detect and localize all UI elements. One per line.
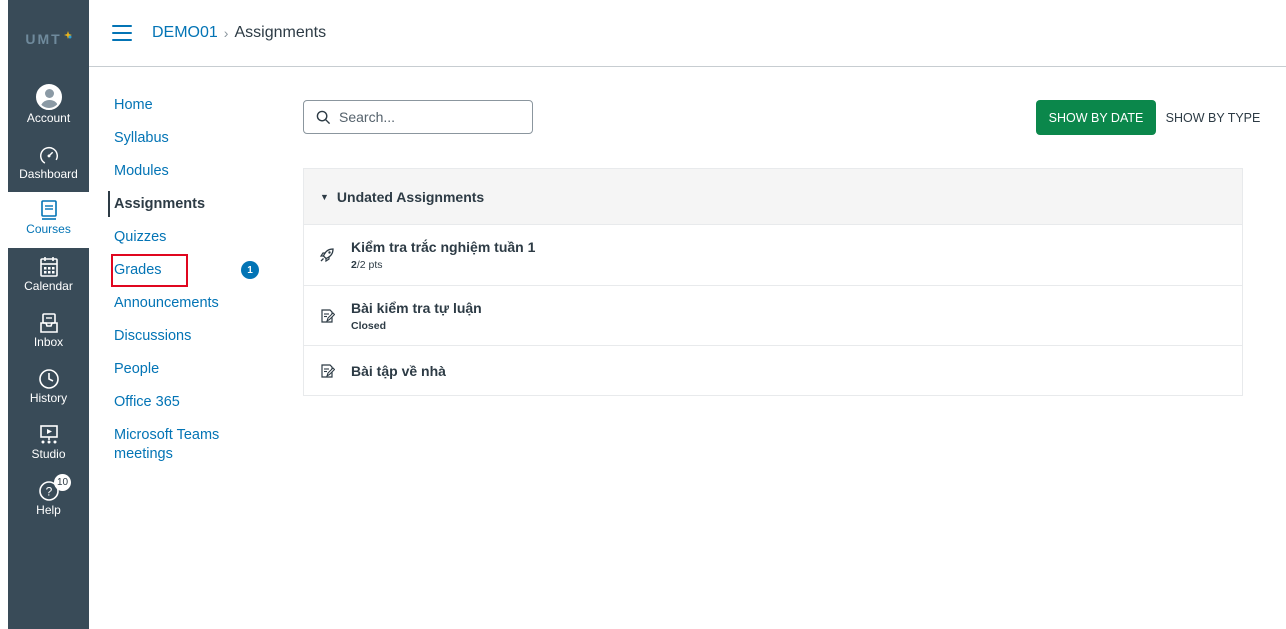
global-nav-calendar[interactable]: Calendar: [8, 248, 89, 304]
global-nav-calendar-label: Calendar: [24, 279, 73, 293]
assignment-icon: [316, 360, 338, 382]
caret-down-icon: ▼: [320, 191, 329, 202]
grades-highlight-box: [111, 254, 188, 287]
course-nav-announcements[interactable]: Announcements: [114, 293, 264, 326]
clock-icon: [38, 369, 59, 389]
assignment-row[interactable]: Kiểm tra trắc nghiệm tuần 1 2/2 pts: [304, 225, 1242, 286]
assignment-info: Bài kiểm tra tự luận Closed: [351, 300, 482, 332]
assignment-title[interactable]: Kiểm tra trắc nghiệm tuần 1: [351, 239, 535, 255]
course-nav-home[interactable]: Home: [114, 95, 264, 128]
calendar-icon: [39, 257, 58, 277]
studio-icon: [39, 425, 58, 444]
course-nav-office-365[interactable]: Office 365: [114, 392, 264, 425]
breadcrumb: DEMO01 › Assignments: [152, 24, 326, 42]
global-nav-history[interactable]: History: [8, 360, 89, 416]
course-nav-microsoft-teams-meetings[interactable]: Microsoft Teams meetings: [114, 425, 234, 467]
dashboard-gauge-icon: [39, 146, 58, 165]
breadcrumb-course-link[interactable]: DEMO01: [152, 24, 218, 42]
assignment-title[interactable]: Bài tập về nhà: [351, 363, 446, 379]
svg-text:?: ?: [45, 485, 52, 499]
assignment-possible-points: /2 pts: [356, 259, 383, 271]
show-by-type-button[interactable]: SHOW BY TYPE: [1160, 100, 1266, 135]
assignment-group-header[interactable]: ▼ Undated Assignments: [304, 169, 1242, 225]
global-nav-account-label: Account: [26, 111, 71, 125]
course-navigation: Home Syllabus Modules Assignments Quizze…: [108, 95, 264, 467]
assignment-info: Bài tập về nhà: [351, 363, 446, 379]
global-navigation: UMT Account Dashboard Courses Calendar I…: [8, 0, 89, 629]
search-input[interactable]: [339, 109, 519, 125]
assignment-icon: [316, 305, 338, 327]
search-box: [303, 100, 533, 134]
assignment-group: ▼ Undated Assignments Kiểm tra trắc nghi…: [303, 168, 1243, 396]
global-nav-history-label: History: [29, 391, 68, 405]
hamburger-menu-icon[interactable]: [112, 25, 132, 41]
quiz-rocket-icon: [316, 244, 338, 266]
assignment-status: Closed: [351, 319, 387, 332]
book-icon: [40, 200, 57, 220]
course-nav-syllabus[interactable]: Syllabus: [114, 128, 264, 161]
course-nav-discussions[interactable]: Discussions: [114, 326, 264, 359]
global-nav-courses[interactable]: Courses: [8, 192, 89, 248]
brand-logo[interactable]: UMT: [8, 0, 89, 78]
assignment-row[interactable]: Bài tập về nhà: [304, 346, 1242, 395]
course-nav-assignments[interactable]: Assignments: [108, 191, 264, 227]
logo-star-icon: [63, 31, 72, 39]
inbox-icon: [39, 313, 58, 333]
assignment-row[interactable]: Bài kiểm tra tự luận Closed: [304, 286, 1242, 346]
assignment-points: 2/2 pts: [351, 259, 535, 271]
breadcrumb-current: Assignments: [234, 24, 327, 41]
user-avatar-icon: [35, 84, 62, 110]
global-nav-dashboard[interactable]: Dashboard: [8, 136, 89, 192]
search-icon: [316, 110, 331, 124]
global-nav-inbox[interactable]: Inbox: [8, 304, 89, 360]
global-nav-courses-label: Courses: [26, 222, 71, 236]
assignment-title[interactable]: Bài kiểm tra tự luận: [351, 300, 482, 316]
global-nav-studio-label: Studio: [31, 447, 66, 461]
grades-count-badge: 1: [241, 261, 259, 279]
assignment-info: Kiểm tra trắc nghiệm tuần 1 2/2 pts: [351, 239, 535, 271]
global-nav-dashboard-label: Dashboard: [19, 167, 78, 181]
logo-text: UMT: [25, 31, 62, 47]
global-nav-account[interactable]: Account: [8, 78, 89, 136]
page-header: DEMO01 › Assignments: [89, 0, 1286, 67]
course-nav-grades-row: Grades 1: [111, 254, 264, 293]
global-nav-help[interactable]: ? 10 Help: [8, 472, 89, 528]
global-nav-inbox-label: Inbox: [33, 335, 64, 349]
global-nav-help-label: Help: [36, 503, 61, 517]
course-nav-people[interactable]: People: [114, 359, 264, 392]
show-by-date-button[interactable]: SHOW BY DATE: [1036, 100, 1156, 135]
breadcrumb-separator: ›: [223, 25, 229, 41]
help-notification-badge: 10: [54, 474, 71, 491]
course-nav-modules[interactable]: Modules: [114, 161, 264, 194]
global-nav-studio[interactable]: Studio: [8, 416, 89, 472]
assignment-group-title: Undated Assignments: [336, 188, 485, 205]
